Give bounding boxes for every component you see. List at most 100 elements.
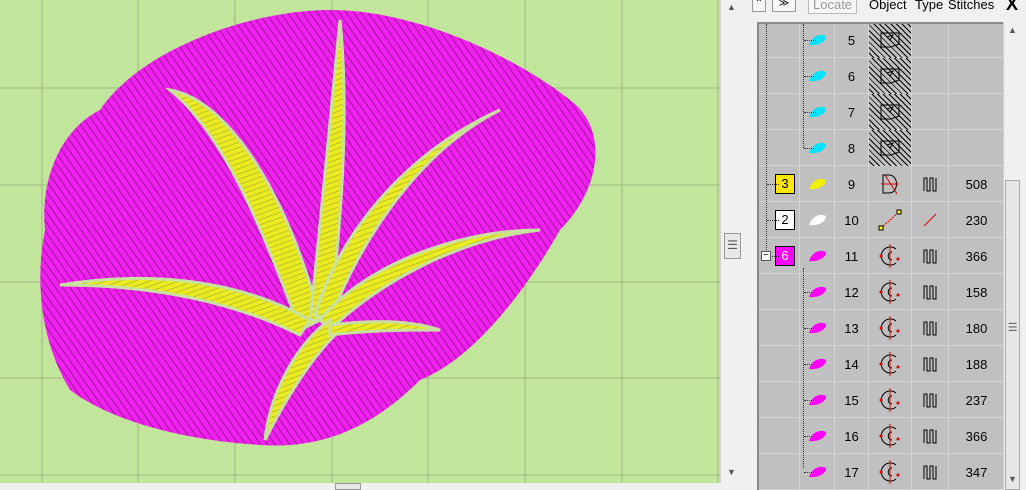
stitch-count: 366 — [949, 238, 1003, 274]
tree-connector — [804, 436, 816, 437]
object-number: 12 — [835, 274, 869, 310]
scroll-up-icon[interactable]: ▲ — [1008, 25, 1017, 35]
stitch-type-icon — [912, 310, 949, 346]
tree-cell — [759, 346, 800, 382]
stitch-type-icon — [912, 238, 949, 274]
expand-all-button[interactable]: ≫ — [772, 0, 796, 12]
tree-connector — [767, 220, 779, 221]
stitch-type-icon — [912, 94, 949, 130]
tree-connector — [803, 268, 804, 468]
tree-cell — [759, 454, 800, 490]
object-number: 7 — [835, 94, 869, 130]
scroll-down-icon[interactable]: ▼ — [1008, 474, 1017, 484]
scroll-up-icon[interactable]: ▲ — [727, 2, 736, 12]
object-number: 16 — [835, 418, 869, 454]
tree-connector — [804, 472, 816, 473]
object-type-icon — [869, 130, 912, 166]
table-row[interactable]: 5 — [759, 24, 1003, 58]
stitch-count — [949, 58, 1003, 94]
list-scrollbar[interactable]: ▲ ☰ ▼ — [1003, 22, 1020, 490]
scroll-thumb[interactable]: ☰ — [1005, 180, 1020, 490]
table-row[interactable]: 2 10 230 — [759, 202, 1003, 238]
stitch-type-icon — [912, 58, 949, 94]
table-row[interactable]: 7 — [759, 94, 1003, 130]
object-number: 9 — [835, 166, 869, 202]
collapse-all-button[interactable]: ⌃ — [752, 0, 766, 12]
column-header-stitches[interactable]: Stitches — [948, 0, 994, 12]
table-row[interactable]: 6 11 366 — [759, 238, 1003, 274]
object-type-icon — [869, 166, 912, 202]
object-number: 17 — [835, 454, 869, 490]
object-list: 5 6 7 8 3 9 508 2 10 230 6 11 366 12 158 1… — [757, 22, 1003, 490]
object-type-icon — [869, 310, 912, 346]
table-row[interactable]: 12 158 — [759, 274, 1003, 310]
stitch-count: 230 — [949, 202, 1003, 238]
close-button[interactable]: X — [1006, 0, 1018, 15]
panel-toolbar: ⌃ ≫ Locate Object Type Stitches X — [742, 0, 1026, 14]
collapse-group-icon[interactable]: − — [761, 251, 771, 261]
object-number: 14 — [835, 346, 869, 382]
stitch-count — [949, 130, 1003, 166]
tree-connector — [804, 400, 816, 401]
stitch-count — [949, 94, 1003, 130]
embroidery-design — [0, 0, 720, 483]
object-type-icon — [869, 454, 912, 490]
table-row[interactable]: 14 188 — [759, 346, 1003, 382]
object-type-icon — [869, 24, 912, 58]
column-header-type[interactable]: Type — [915, 0, 943, 12]
object-type-icon — [869, 94, 912, 130]
object-type-icon — [869, 238, 912, 274]
stitch-count: 366 — [949, 418, 1003, 454]
canvas-vertical-scrollbar[interactable]: ▲ ☰ ▼ — [720, 0, 742, 483]
table-row[interactable]: 16 366 — [759, 418, 1003, 454]
stitch-count: 188 — [949, 346, 1003, 382]
stitch-type-icon — [912, 454, 949, 490]
object-type-icon — [869, 274, 912, 310]
stitch-type-icon — [912, 24, 949, 58]
scroll-thumb[interactable] — [335, 483, 361, 490]
table-row[interactable]: 8 — [759, 130, 1003, 166]
object-icon — [800, 166, 835, 202]
object-type-icon — [869, 58, 912, 94]
tree-connector — [804, 112, 816, 113]
sequence-panel: ⌃ ≫ Locate Object Type Stitches X 5 6 7 … — [742, 0, 1026, 490]
object-number: 15 — [835, 382, 869, 418]
table-row[interactable]: 3 9 508 — [759, 166, 1003, 202]
stitch-count: 347 — [949, 454, 1003, 490]
tree-connector — [804, 292, 816, 293]
stitch-type-icon — [912, 346, 949, 382]
stitch-count: 237 — [949, 382, 1003, 418]
stitch-type-icon — [912, 382, 949, 418]
scroll-down-icon[interactable]: ▼ — [727, 467, 736, 477]
stitch-type-icon — [912, 166, 949, 202]
table-row[interactable]: 15 237 — [759, 382, 1003, 418]
object-type-icon — [869, 382, 912, 418]
tree-connector — [804, 364, 816, 365]
object-number: 6 — [835, 58, 869, 94]
table-row[interactable]: 13 180 — [759, 310, 1003, 346]
object-number: 10 — [835, 202, 869, 238]
stitch-count: 158 — [949, 274, 1003, 310]
locate-button[interactable]: Locate — [808, 0, 858, 14]
scroll-thumb[interactable]: ☰ — [724, 233, 741, 259]
tree-cell — [759, 274, 800, 310]
tree-connector — [803, 24, 804, 148]
stitch-type-icon — [912, 418, 949, 454]
canvas-horizontal-scrollbar[interactable] — [0, 483, 720, 490]
tree-connector — [804, 40, 816, 41]
column-header-object[interactable]: Object — [869, 0, 907, 12]
stitch-type-icon — [912, 202, 949, 238]
object-icon — [800, 238, 835, 274]
object-number: 5 — [835, 24, 869, 58]
object-number: 8 — [835, 130, 869, 166]
object-icon — [800, 202, 835, 238]
design-canvas[interactable] — [0, 0, 720, 483]
tree-connector — [767, 184, 779, 185]
tree-cell — [759, 382, 800, 418]
tree-connector — [804, 328, 816, 329]
stitch-count: 508 — [949, 166, 1003, 202]
table-row[interactable]: 6 — [759, 58, 1003, 94]
object-type-icon — [869, 346, 912, 382]
table-row[interactable]: 17 347 — [759, 454, 1003, 490]
object-type-icon — [869, 202, 912, 238]
